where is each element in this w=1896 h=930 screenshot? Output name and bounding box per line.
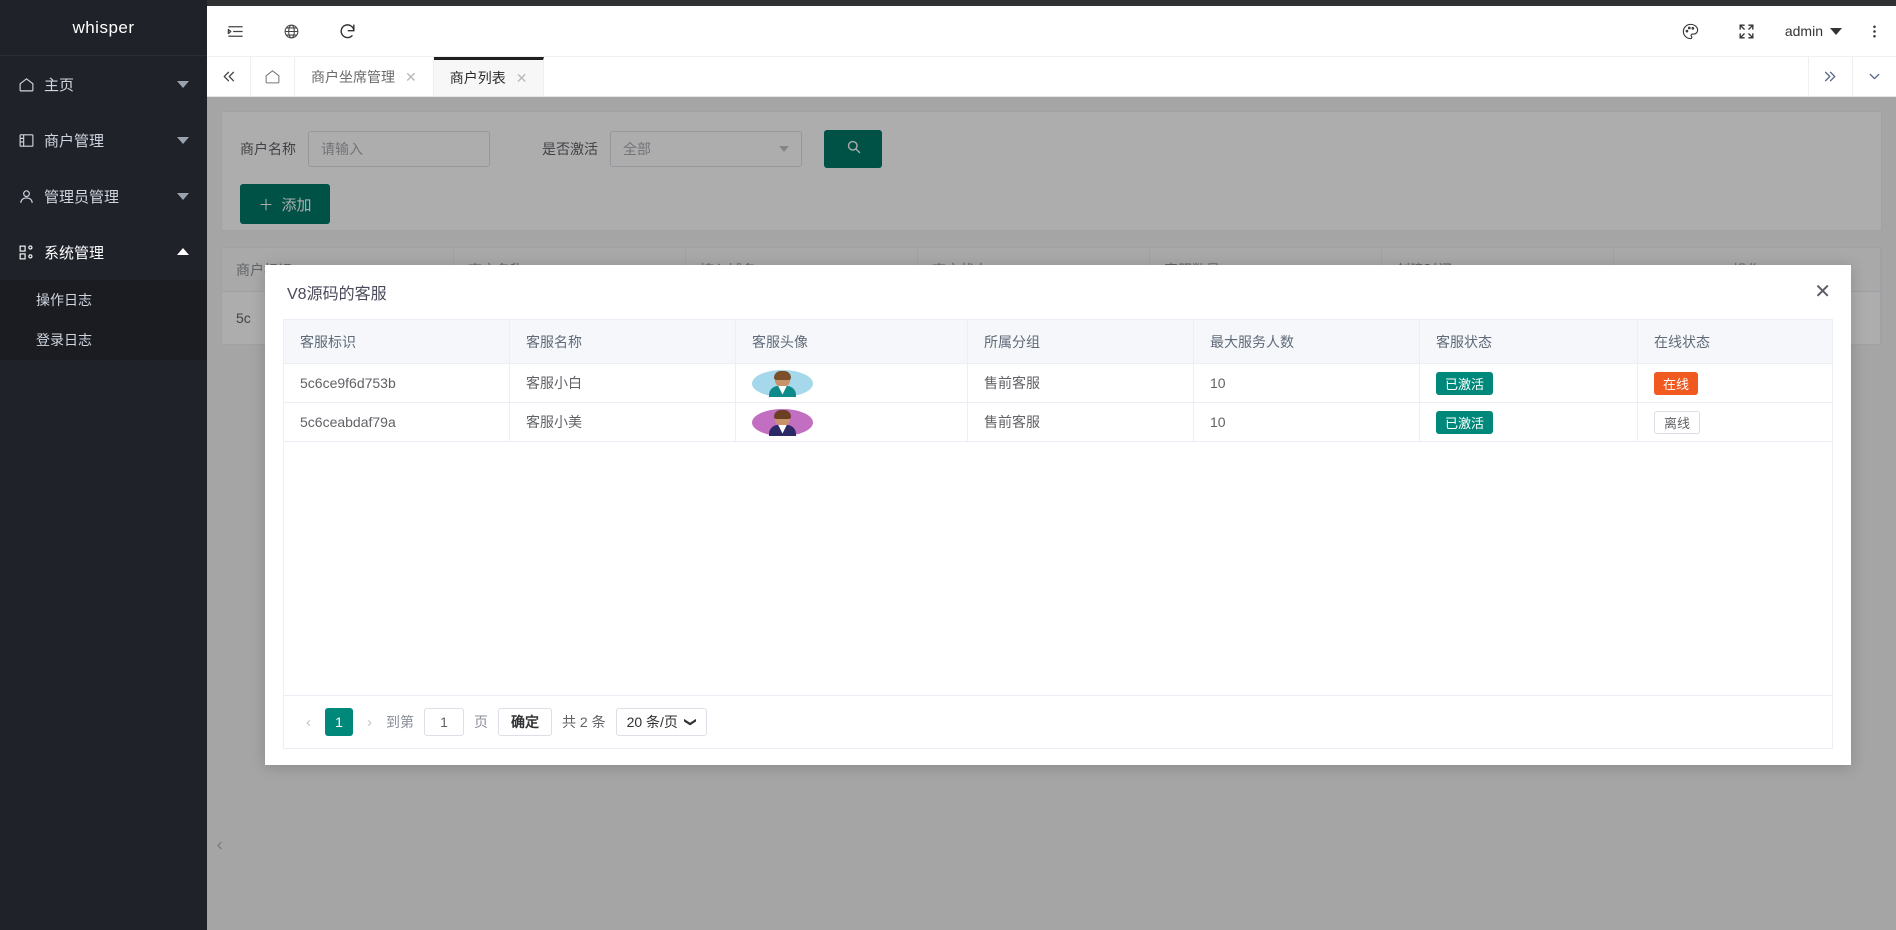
- avatar-hair: [774, 410, 791, 419]
- user-menu[interactable]: admin: [1775, 23, 1852, 39]
- sidebar-item-admin[interactable]: 管理员管理: [0, 168, 207, 224]
- sidebar-item-operation-log[interactable]: 操作日志: [0, 280, 207, 320]
- sidebar-item-system[interactable]: 系统管理: [0, 224, 207, 280]
- chevron-down-icon: [175, 77, 189, 91]
- online-badge: 离线: [1654, 411, 1700, 434]
- home-outline-icon[interactable]: [251, 57, 295, 96]
- agent-table: 客服标识 客服名称 客服头像 所属分组 最大服务人数 客服状态 在线状态 5c6…: [283, 319, 1833, 749]
- table-row[interactable]: 5c6ce9f6d753b 客服小白 售前客服 10 已激活: [284, 364, 1832, 403]
- dialog-header: V8源码的客服 ✕: [265, 265, 1851, 319]
- goto-suffix-label: 页: [474, 712, 488, 732]
- page-size-value: 20 条/页: [627, 712, 678, 732]
- confirm-button[interactable]: 确定: [498, 708, 552, 736]
- column-header-online-status: 在线状态: [1638, 320, 1832, 363]
- column-header-agent-group: 所属分组: [968, 320, 1194, 363]
- goto-prefix-label: 到第: [386, 712, 414, 732]
- table-empty-area: [284, 442, 1832, 695]
- globe-icon[interactable]: [263, 6, 319, 57]
- vertical-dots-icon[interactable]: [1852, 6, 1896, 57]
- chevron-down-icon: [175, 133, 189, 147]
- avatar-hair: [774, 371, 791, 380]
- chevron-down-icon: [1830, 28, 1842, 35]
- palette-icon[interactable]: [1663, 6, 1719, 57]
- user-menu-label: admin: [1785, 23, 1823, 39]
- cell-agent-group: 售前客服: [968, 403, 1194, 441]
- sidebar-item-label: 管理员管理: [44, 186, 175, 207]
- chevron-down-icon: ❯: [684, 717, 698, 727]
- header-right-tools: admin: [1663, 6, 1896, 57]
- cell-agent-status: 已激活: [1420, 364, 1638, 402]
- cell-agent-id: 5c6ce9f6d753b: [284, 364, 510, 402]
- shop-icon: [18, 132, 44, 149]
- sidebar-item-label: 主页: [44, 74, 175, 95]
- column-header-agent-status: 客服状态: [1420, 320, 1638, 363]
- user-icon: [18, 188, 44, 205]
- brand-logo[interactable]: whisper: [0, 0, 207, 56]
- chevron-down-icon[interactable]: [1852, 57, 1896, 96]
- page-size-select[interactable]: 20 条/页 ❯: [616, 708, 707, 736]
- home-icon: [18, 76, 44, 93]
- tab-merchant-seat-management[interactable]: 商户坐席管理 ✕: [295, 57, 434, 96]
- status-badge: 已激活: [1436, 411, 1493, 434]
- close-icon[interactable]: ✕: [405, 70, 417, 84]
- chevron-up-icon: [175, 245, 189, 259]
- cell-max-service: 10: [1194, 364, 1420, 402]
- cell-max-service: 10: [1194, 403, 1420, 441]
- pagination: ‹ 1 › 到第 1 页 确定 共 2 条 20 条/页 ❯: [284, 695, 1832, 748]
- cell-online-status: 离线: [1638, 403, 1832, 441]
- sidebar: whisper 主页 商户管理 管理员管理: [0, 0, 207, 930]
- table-row[interactable]: 5c6ceabdaf79a 客服小美 售前客服 10 已激活: [284, 403, 1832, 442]
- chevron-down-icon: [175, 189, 189, 203]
- dialog-title: V8源码的客服: [287, 280, 387, 304]
- total-count-label: 共 2 条: [562, 712, 606, 732]
- cell-agent-avatar: [736, 364, 968, 402]
- sidebar-item-merchant[interactable]: 商户管理: [0, 112, 207, 168]
- sidebar-subitem-label: 操作日志: [36, 290, 92, 310]
- column-header-agent-id: 客服标识: [284, 320, 510, 363]
- cell-agent-name: 客服小美: [510, 403, 736, 441]
- column-header-agent-name: 客服名称: [510, 320, 736, 363]
- fullscreen-icon[interactable]: [1719, 6, 1775, 57]
- avatar: [752, 370, 813, 397]
- goto-page-input[interactable]: 1: [424, 708, 464, 736]
- chevron-right-icon[interactable]: ›: [363, 714, 376, 731]
- app-header: admin: [207, 6, 1896, 57]
- cell-online-status: 在线: [1638, 364, 1832, 402]
- tab-label: 商户列表: [450, 68, 506, 88]
- sidebar-item-label: 商户管理: [44, 130, 175, 151]
- page-number-1[interactable]: 1: [325, 708, 353, 736]
- column-header-agent-avatar: 客服头像: [736, 320, 968, 363]
- cell-agent-avatar: [736, 403, 968, 441]
- status-badge: 已激活: [1436, 372, 1493, 395]
- double-chevron-left-icon[interactable]: [207, 57, 251, 96]
- close-icon[interactable]: ✕: [516, 71, 528, 85]
- sidebar-item-home[interactable]: 主页: [0, 56, 207, 112]
- refresh-icon[interactable]: [319, 6, 375, 57]
- dialog-body: 客服标识 客服名称 客服头像 所属分组 最大服务人数 客服状态 在线状态 5c6…: [265, 319, 1851, 765]
- avatar: [752, 409, 813, 436]
- agent-list-dialog: V8源码的客服 ✕ 客服标识 客服名称 客服头像 所属分组 最大服务人数 客服状…: [265, 265, 1851, 765]
- sidebar-item-login-log[interactable]: 登录日志: [0, 320, 207, 360]
- agent-table-header: 客服标识 客服名称 客服头像 所属分组 最大服务人数 客服状态 在线状态: [284, 320, 1832, 364]
- cell-agent-name: 客服小白: [510, 364, 736, 402]
- double-chevron-right-icon[interactable]: [1808, 57, 1852, 96]
- indent-menu-icon[interactable]: [207, 6, 263, 57]
- sidebar-item-label: 系统管理: [44, 242, 175, 263]
- sidebar-subitem-label: 登录日志: [36, 330, 92, 350]
- tab-bar: 商户坐席管理 ✕ 商户列表 ✕: [207, 57, 1896, 97]
- online-badge: 在线: [1654, 372, 1698, 395]
- sidebar-submenu-system: 操作日志 登录日志: [0, 280, 207, 360]
- chevron-left-icon[interactable]: ‹: [302, 714, 315, 731]
- cell-agent-id: 5c6ceabdaf79a: [284, 403, 510, 441]
- tab-label: 商户坐席管理: [311, 67, 395, 87]
- column-header-max-service: 最大服务人数: [1194, 320, 1420, 363]
- tab-bar-controls: [1808, 57, 1896, 96]
- system-icon: [18, 244, 44, 261]
- cell-agent-group: 售前客服: [968, 364, 1194, 402]
- tab-merchant-list[interactable]: 商户列表 ✕: [434, 57, 545, 96]
- cell-agent-status: 已激活: [1420, 403, 1638, 441]
- close-icon[interactable]: ✕: [1814, 282, 1831, 302]
